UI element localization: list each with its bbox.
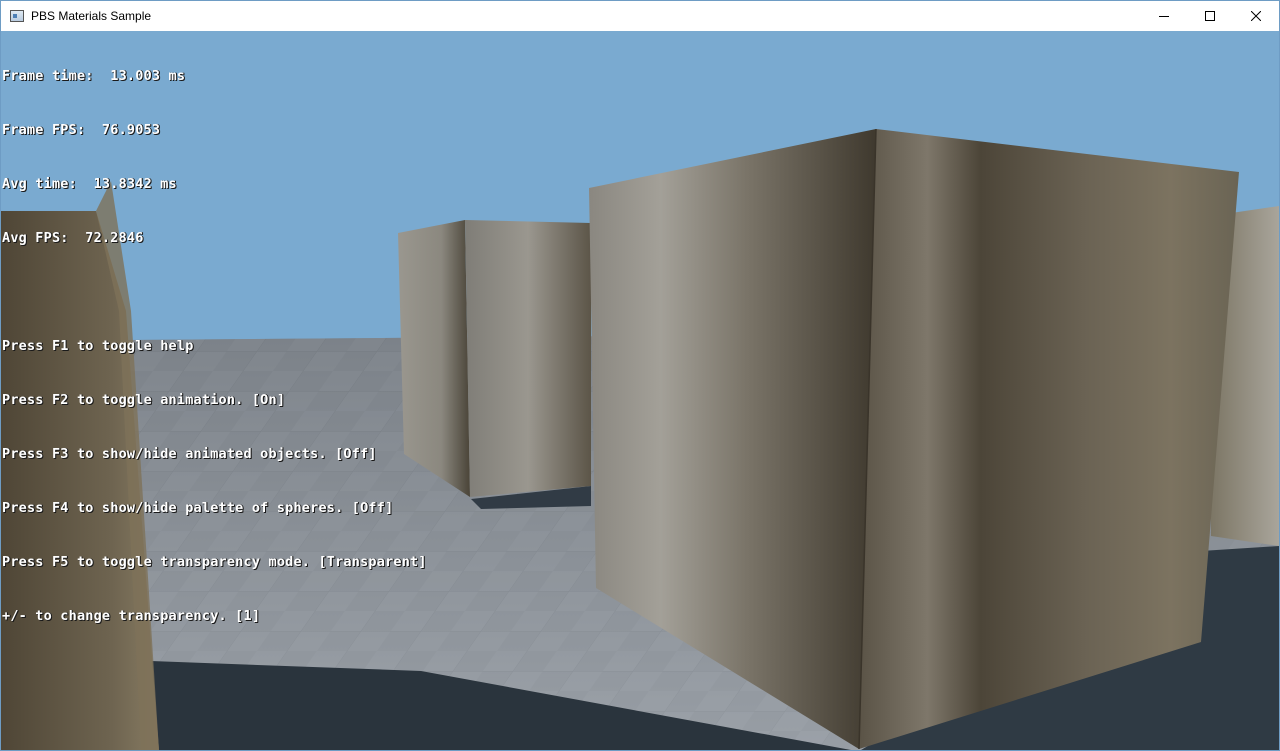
help-f2-text: Press F2 to toggle animation. [On]	[2, 392, 286, 408]
cube-middle-right-face	[465, 220, 591, 497]
avg-fps-text: Avg FPS: 72.2846	[2, 230, 144, 246]
avg-time-text: Avg time: 13.8342 ms	[2, 176, 177, 192]
title-bar[interactable]: PBS Materials Sample	[1, 1, 1279, 32]
window-controls	[1141, 1, 1279, 31]
window-title: PBS Materials Sample	[31, 9, 152, 23]
minimize-button[interactable]	[1141, 1, 1187, 31]
stats-overlay: Frame time: 13.003 ms Frame FPS: 76.9053…	[2, 31, 427, 661]
maximize-button[interactable]	[1187, 1, 1233, 31]
help-transparency-text: +/- to change transparency. [1]	[2, 608, 261, 624]
help-f3-text: Press F3 to show/hide animated objects. …	[2, 446, 377, 462]
maximize-icon	[1205, 11, 1215, 21]
close-button[interactable]	[1233, 1, 1279, 31]
frame-time-text: Frame time: 13.003 ms	[2, 68, 186, 84]
render-viewport[interactable]: Frame time: 13.003 ms Frame FPS: 76.9053…	[1, 31, 1279, 750]
help-f4-text: Press F4 to show/hide palette of spheres…	[2, 500, 394, 516]
minimize-icon	[1159, 16, 1169, 17]
help-f5-text: Press F5 to toggle transparency mode. [T…	[2, 554, 427, 570]
frame-fps-text: Frame FPS: 76.9053	[2, 122, 161, 138]
app-window: PBS Materials Sample Frame time: 13.003 …	[0, 0, 1280, 751]
close-icon	[1251, 11, 1261, 21]
help-f1-text: Press F1 to toggle help	[2, 338, 194, 354]
app-window-icon	[10, 10, 24, 22]
